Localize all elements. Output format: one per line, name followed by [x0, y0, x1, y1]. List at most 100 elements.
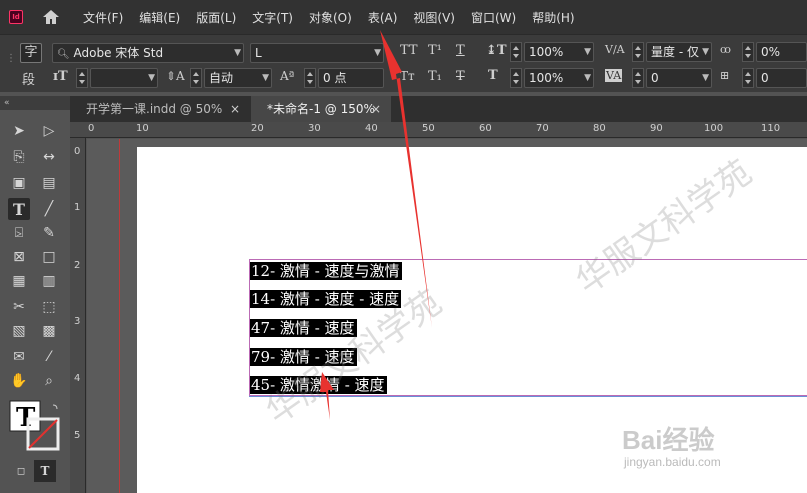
indesign-logo-icon: Id [9, 10, 23, 24]
leading-stepper[interactable] [190, 68, 202, 88]
leading-field[interactable]: 自动 ▼ [204, 68, 272, 88]
chevron-down-icon: ▼ [374, 48, 381, 58]
rectangle-tool-icon[interactable]: □ [38, 246, 60, 268]
chevron-down-icon: ▼ [262, 73, 269, 83]
horizontal-ruler[interactable]: 0 10 20 30 40 50 60 70 80 90 100 110 [84, 122, 807, 138]
gradient-swatch-tool-icon[interactable]: ▧ [8, 320, 30, 342]
font-style-select[interactable]: L ▼ [250, 43, 384, 63]
text-line[interactable]: 12- 激情 - 速度与激情 [250, 259, 402, 283]
kerning-value: 量度 - 仅 [651, 45, 699, 59]
grid-value: 0 [761, 71, 769, 85]
tracking-field[interactable]: 0 ▼ [646, 68, 712, 88]
menu-file[interactable]: 文件(F) [83, 9, 123, 26]
chevron-down-icon: ▼ [702, 73, 709, 83]
note-tool-icon[interactable]: ✉ [8, 346, 30, 368]
menu-table[interactable]: 表(A) [368, 9, 398, 26]
close-icon[interactable]: × [371, 96, 381, 122]
zoom-tool-icon[interactable]: ⌕ [38, 370, 60, 392]
pencil-tool-icon[interactable]: ✎ [38, 222, 60, 244]
eyedropper-tool-icon[interactable]: ⁄ [38, 346, 60, 368]
tools-panel: « ➤ ▷ ⎘ ↔ ▣ ▤ T ╱ ⍄ ✎ ⊠ □ ▦ ▥ ✂ ⬚ ▧ ▩ ✉ … [0, 96, 70, 493]
kerning-field[interactable]: 量度 - 仅 ▼ [646, 42, 712, 62]
kerning-stepper[interactable] [632, 42, 644, 62]
menu-bar: Id 文件(F) 编辑(E) 版面(L) 文字(T) 对象(O) 表(A) 视图… [0, 0, 807, 34]
strikethrough-icon[interactable]: T [456, 69, 465, 84]
tab-document-2[interactable]: *未命名-1 @ 150% × [251, 96, 391, 122]
horizontal-scale-field[interactable]: 100% ▼ [524, 68, 594, 88]
font-size-stepper[interactable] [76, 68, 88, 88]
vertical-scale-stepper[interactable] [510, 42, 522, 62]
grid-tool-icon[interactable]: ▥ [38, 270, 60, 292]
ruler-tick: 3 [74, 316, 81, 327]
pen-tool-icon[interactable]: ⍄ [8, 222, 30, 244]
gap-tool-icon[interactable]: ↔ [38, 146, 60, 168]
horizontal-scale-stepper[interactable] [510, 68, 522, 88]
leading-value: 自动 [209, 71, 234, 85]
menu-window[interactable]: 窗口(W) [471, 9, 516, 26]
tracking-stepper[interactable] [632, 68, 644, 88]
home-icon[interactable] [41, 8, 61, 26]
tsume-icon: ꝏ [720, 43, 731, 56]
ruler-tick: 40 [365, 123, 378, 134]
small-caps-icon[interactable]: Tт [400, 69, 415, 83]
all-caps-icon[interactable]: TT [400, 43, 418, 58]
font-family-select[interactable]: 🔍︎ Adobe 宋体 Std ▼ [52, 43, 244, 63]
direct-selection-tool-icon[interactable]: ▷ [38, 120, 60, 142]
tsume-field[interactable]: 0% [756, 42, 807, 62]
fill-stroke-swatch[interactable]: T [8, 399, 60, 451]
baseline-shift-stepper[interactable] [304, 68, 316, 88]
font-size-icon: ɪT [53, 69, 68, 84]
scissors-tool-icon[interactable]: ✂ [8, 296, 30, 318]
ruler-tick: 2 [74, 260, 81, 271]
subscript-icon[interactable]: T₁ [428, 69, 442, 84]
ruler-tick: 0 [74, 146, 81, 157]
underline-icon[interactable]: T [456, 43, 465, 58]
content-collector-icon[interactable]: ▣ [8, 172, 30, 194]
table-tool-icon[interactable]: ▦ [8, 270, 30, 292]
close-icon[interactable]: × [230, 96, 240, 122]
free-transform-tool-icon[interactable]: ⬚ [38, 296, 60, 318]
font-size-field[interactable]: ▼ [90, 68, 158, 88]
tsume-stepper[interactable] [742, 42, 754, 62]
tools-panel-header[interactable]: « [0, 96, 70, 110]
baseline-shift-field[interactable]: 0 点 [318, 68, 384, 88]
kerning-icon: V/A [605, 43, 625, 56]
ruler-tick: 70 [536, 123, 549, 134]
grid-field[interactable]: 0 [756, 68, 807, 88]
superscript-icon[interactable]: T¹ [428, 43, 442, 58]
vertical-scale-field[interactable]: 100% ▼ [524, 42, 594, 62]
paragraph-mode-button[interactable]: 段 [22, 69, 35, 88]
vertical-scale-value: 100% [529, 45, 564, 59]
menu-object[interactable]: 对象(O) [309, 9, 352, 26]
content-placer-icon[interactable]: ▤ [38, 172, 60, 194]
line-tool-icon[interactable]: ╱ [38, 198, 60, 220]
menu-view[interactable]: 视图(V) [413, 9, 455, 26]
ruler-tick: 90 [650, 123, 663, 134]
tsume-value: 0% [761, 45, 781, 59]
type-tool-icon[interactable]: T [8, 198, 30, 220]
indesign-window: { "app": {"logo_text": "Id"}, "menu": ["… [0, 0, 807, 493]
formatting-text-icon[interactable]: T [34, 460, 56, 482]
gradient-feather-tool-icon[interactable]: ▩ [38, 320, 60, 342]
menu-type[interactable]: 文字(T) [252, 9, 293, 26]
selection-tool-icon[interactable]: ➤ [8, 120, 30, 142]
grid-icon: ⊞ [720, 69, 730, 82]
default-colors-icon[interactable]: ◻ [10, 460, 32, 482]
font-style-value: L [255, 46, 262, 60]
ruler-tick: 100 [704, 123, 724, 134]
menu-layout[interactable]: 版面(L) [196, 9, 236, 26]
chevron-down-icon: ▼ [148, 73, 155, 83]
ruler-tick: 10 [136, 123, 149, 134]
ruler-tick: 5 [74, 430, 81, 441]
hand-tool-icon[interactable]: ✋ [8, 370, 30, 392]
ruler-tick: 50 [422, 123, 435, 134]
character-mode-button[interactable]: 字 [20, 43, 42, 63]
vertical-ruler[interactable]: 0 1 2 3 4 5 [70, 138, 86, 493]
page-tool-icon[interactable]: ⎘ [8, 146, 30, 168]
menu-help[interactable]: 帮助(H) [532, 9, 574, 26]
tab-document-1[interactable]: 开学第一课.indd @ 50% × [70, 96, 250, 122]
menu-edit[interactable]: 编辑(E) [139, 9, 180, 26]
leading-icon: ⇕A [166, 69, 185, 83]
grid-stepper[interactable] [742, 68, 754, 88]
rectangle-frame-tool-icon[interactable]: ⊠ [8, 246, 30, 268]
